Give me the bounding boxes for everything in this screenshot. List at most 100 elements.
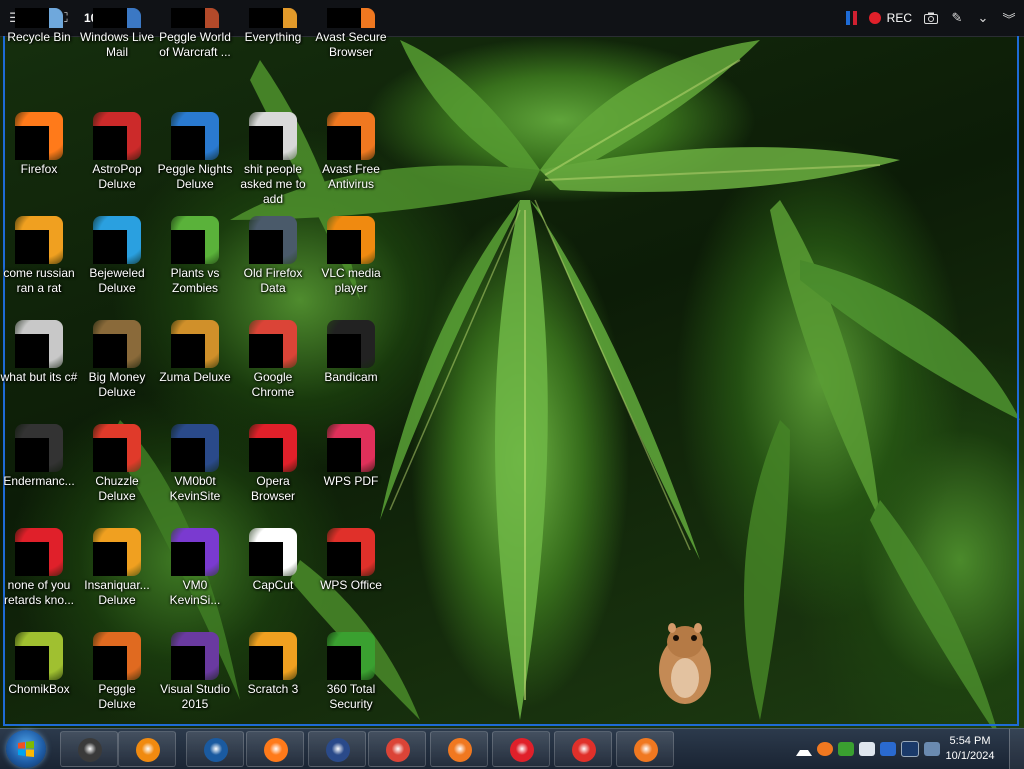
desktop-icon[interactable]: none of you retards kno... — [0, 528, 78, 632]
tray-cloud-icon[interactable] — [859, 742, 875, 756]
desktop-icon-image — [171, 632, 219, 680]
desktop-icon[interactable]: Endermanc... — [0, 424, 78, 528]
desktop-icon-image — [327, 424, 375, 472]
tray-expand-icon[interactable] — [796, 742, 812, 756]
desktop-icon-label: Plants vs Zombies — [170, 266, 220, 295]
desktop-icon-label: Scratch 3 — [247, 682, 299, 696]
desktop-icon-label: Bejeweled Deluxe — [89, 266, 145, 295]
taskbar-item-firefox[interactable] — [246, 731, 304, 767]
avast-browser-icon — [448, 738, 472, 762]
desktop-icon[interactable]: what but its c# — [0, 320, 78, 424]
tray-network-icon[interactable] — [924, 742, 940, 756]
desktop-icon[interactable]: CapCut — [234, 528, 312, 632]
desktop-icon-image — [171, 8, 219, 28]
taskbar-item-avast[interactable] — [616, 731, 674, 767]
desktop-icon-label: Peggle Deluxe — [98, 682, 136, 711]
chevron-down-icon[interactable]: ⌄ — [976, 10, 990, 25]
start-button[interactable] — [6, 730, 46, 768]
desktop-icon-image — [15, 528, 63, 576]
desktop-icon-label: shit people asked me to add — [240, 162, 306, 206]
desktop-icon[interactable]: Scratch 3 — [234, 632, 312, 736]
desktop-icon-label: Peggle World of Warcraft ... — [159, 30, 231, 59]
desktop-icon[interactable]: Chuzzle Deluxe — [78, 424, 156, 528]
desktop-icon-label: Insaniquar... Deluxe — [84, 578, 150, 607]
desktop-icon[interactable]: Old Firefox Data — [234, 216, 312, 320]
windows-logo-icon — [18, 741, 34, 757]
collapse-icon[interactable]: ︾ — [1002, 11, 1016, 27]
desktop-icon[interactable]: Peggle Deluxe — [78, 632, 156, 736]
desktop-icon[interactable]: Windows Live Mail — [78, 8, 156, 112]
taskbar-item-chrome[interactable] — [368, 731, 426, 767]
taskbar-item-bandicam[interactable] — [492, 731, 550, 767]
desktop-icon-image — [15, 632, 63, 680]
desktop-icon-image — [93, 8, 141, 28]
desktop-icon-image — [93, 216, 141, 264]
desktop-icon-label: Windows Live Mail — [79, 30, 155, 59]
app-icon — [326, 738, 350, 762]
system-tray — [796, 729, 940, 769]
desktop-icon-image — [327, 216, 375, 264]
desktop-icon-image — [171, 424, 219, 472]
tray-display-icon[interactable] — [901, 741, 919, 757]
desktop-icon-label: none of you retards kno... — [3, 578, 75, 607]
desktop-icon[interactable]: Zuma Deluxe — [156, 320, 234, 424]
desktop-icon-image — [93, 528, 141, 576]
desktop-icon[interactable]: Avast Free Antivirus — [312, 112, 390, 216]
taskbar-item-explorer[interactable] — [60, 731, 118, 767]
desktop-icon-label: Chuzzle Deluxe — [95, 474, 139, 503]
pause-icon[interactable] — [845, 11, 857, 25]
desktop-icon-label: VM0 KevinSi... — [169, 578, 221, 607]
desktop-icon[interactable]: Peggle Nights Deluxe — [156, 112, 234, 216]
system-clock[interactable]: 5:54 PM 10/1/2024 — [940, 734, 1000, 764]
desktop-icon[interactable]: Opera Browser — [234, 424, 312, 528]
pencil-icon[interactable]: ✎ — [950, 10, 964, 25]
tray-avast-icon[interactable] — [817, 742, 833, 756]
taskbar-item-app[interactable] — [308, 731, 366, 767]
camera-icon[interactable] — [924, 11, 938, 25]
desktop-icon-image — [327, 632, 375, 680]
desktop-icon[interactable]: 360 Total Security — [312, 632, 390, 736]
desktop-icon[interactable]: Bejeweled Deluxe — [78, 216, 156, 320]
desktop-icon[interactable]: Bandicam — [312, 320, 390, 424]
desktop-icon[interactable]: VM0b0t KevinSite — [156, 424, 234, 528]
explorer-icon — [78, 738, 102, 762]
desktop-icon-image — [249, 216, 297, 264]
desktop-icon-label: Bandicam — [324, 370, 378, 384]
desktop-icon-image — [249, 528, 297, 576]
desktop-icon[interactable]: AstroPop Deluxe — [78, 112, 156, 216]
desktop-icon[interactable]: WPS Office — [312, 528, 390, 632]
show-desktop-button[interactable] — [1009, 729, 1024, 769]
taskbar-item-globe[interactable] — [186, 731, 244, 767]
desktop-icon[interactable]: Insaniquar... Deluxe — [78, 528, 156, 632]
desktop-icon[interactable]: Plants vs Zombies — [156, 216, 234, 320]
desktop-icon-image — [327, 528, 375, 576]
taskbar-item-media-player[interactable] — [118, 731, 176, 767]
desktop-icon[interactable]: VM0 KevinSi... — [156, 528, 234, 632]
desktop-icon[interactable]: Peggle World of Warcraft ... — [156, 8, 234, 112]
record-icon[interactable] — [868, 12, 881, 24]
rec-label[interactable]: REC — [887, 11, 912, 25]
desktop-icon[interactable]: Recycle Bin — [0, 8, 78, 112]
desktop-icon[interactable]: ChomikBox — [0, 632, 78, 736]
taskbar-item-wps[interactable] — [554, 731, 612, 767]
globe-icon — [204, 738, 228, 762]
desktop-icon[interactable]: Avast Secure Browser — [312, 8, 390, 112]
desktop-icon-image — [171, 216, 219, 264]
desktop-icon[interactable]: Visual Studio 2015 — [156, 632, 234, 736]
desktop-icon-label: Avast Secure Browser — [315, 30, 387, 59]
desktop-icon[interactable]: Firefox — [0, 112, 78, 216]
desktop-icon[interactable]: come russian ran a rat — [0, 216, 78, 320]
desktop-icon-label: VM0b0t KevinSite — [169, 474, 221, 503]
desktop-icon[interactable]: Big Money Deluxe — [78, 320, 156, 424]
tray-security-icon[interactable] — [880, 742, 896, 756]
desktop-icon-label: WPS Office — [320, 578, 382, 592]
desktop-icon[interactable]: shit people asked me to add — [234, 112, 312, 216]
desktop-icon[interactable]: VLC media player — [312, 216, 390, 320]
desktop-icon[interactable]: WPS PDF — [312, 424, 390, 528]
taskbar-item-avast-browser[interactable] — [430, 731, 488, 767]
tray-shield-icon[interactable] — [838, 742, 854, 756]
desktop-icon-label: Google Chrome — [251, 370, 295, 399]
desktop-icon[interactable]: Google Chrome — [234, 320, 312, 424]
desktop-icon-label: Firefox — [20, 162, 58, 176]
desktop-icon[interactable]: Everything — [234, 8, 312, 112]
